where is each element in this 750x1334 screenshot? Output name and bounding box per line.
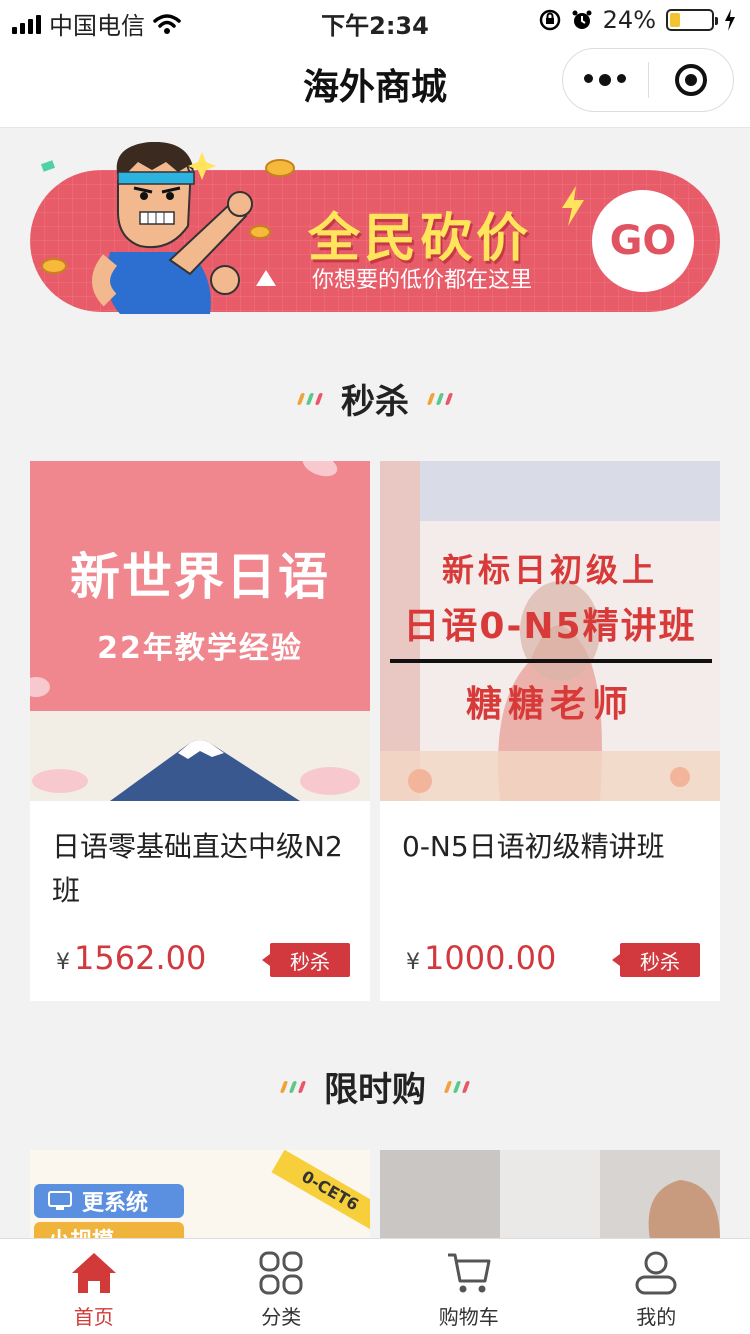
more-menu-icon[interactable] [563, 74, 648, 86]
corner-ribbon: 0-CET6 [271, 1150, 370, 1233]
lightning-decoration-icon [562, 186, 584, 226]
seckill-tag: 秒杀 [262, 943, 350, 977]
tab-label: 购物车 [438, 1305, 499, 1329]
section-decoration-icon [279, 1080, 307, 1093]
tab-label: 分类 [261, 1305, 302, 1329]
tab-mine[interactable]: 我的 [563, 1239, 750, 1334]
go-button[interactable]: GO [592, 190, 694, 292]
home-icon [71, 1253, 116, 1293]
product-image-divider [390, 659, 712, 663]
status-bar: 中国电信 下午2:34 24% [0, 0, 750, 40]
cartoon-man-illustration [40, 142, 295, 314]
product-image-title: 新世界日语 [70, 548, 330, 606]
user-icon [635, 1251, 677, 1295]
product-price: ¥1562.00 [56, 939, 206, 977]
tab-home[interactable]: 首页 [0, 1239, 188, 1334]
close-mini-program-button[interactable] [649, 64, 734, 96]
category-icon [259, 1251, 303, 1295]
triangle-decoration-icon [256, 270, 276, 286]
bargain-banner[interactable]: 全民砍价 你想要的低价都在这里 GO [30, 142, 720, 314]
cart-icon [447, 1253, 491, 1293]
monitor-icon [48, 1191, 72, 1210]
section-decoration-icon [443, 1080, 471, 1093]
tab-bar: 首页 分类 购物车 我的 [0, 1238, 750, 1334]
section-decoration-icon [296, 392, 324, 405]
limited-product-card[interactable] [380, 1150, 720, 1240]
battery-percent: 24% [602, 6, 656, 34]
currency-symbol: ¥ [406, 950, 420, 975]
price-value: 1000.00 [424, 939, 557, 977]
product-name[interactable]: 日语零基础直达中级N2班 [52, 825, 352, 913]
banner-title: 全民砍价 [308, 209, 533, 269]
section-title: 限时购 [324, 1070, 426, 1110]
product-image-line2: 日语0-N5精讲班 [403, 606, 697, 647]
seckill-section-header: 秒杀 [0, 374, 750, 423]
banner-subtitle: 你想要的低价都在这里 [312, 268, 533, 293]
product-name[interactable]: 0-N5日语初级精讲班 [402, 825, 702, 869]
tab-label: 首页 [73, 1305, 114, 1329]
tab-label: 我的 [636, 1305, 677, 1329]
feature-pill-label: 更系统 [82, 1191, 149, 1216]
tab-category[interactable]: 分类 [188, 1239, 376, 1334]
rotation-lock-icon [539, 9, 560, 31]
limited-section-header: 限时购 [0, 1062, 750, 1111]
currency-symbol: ¥ [56, 950, 70, 975]
charging-icon [725, 9, 735, 31]
section-decoration-icon [426, 392, 454, 405]
battery-fill [670, 13, 680, 27]
product-card[interactable]: 新标日初级上 日语0-N5精讲班 糖糖老师 0-N5日语初级精讲班 ¥1000.… [380, 461, 720, 1001]
tab-cart[interactable]: 购物车 [375, 1239, 563, 1334]
product-card[interactable]: 新世界日语 22年教学经验 日语零基础直达中级N2班 ¥1562.00 秒杀 [30, 461, 370, 1001]
price-value: 1562.00 [74, 939, 207, 977]
limited-product-card[interactable]: 更系统 小规模 0-CET6 [30, 1150, 370, 1240]
product-image-line1: 新标日初级上 [441, 551, 658, 589]
product-image[interactable]: 新世界日语 22年教学经验 [30, 461, 370, 801]
alarm-icon [572, 10, 592, 29]
battery-icon [666, 9, 718, 31]
product-image-line3: 糖糖老师 [465, 684, 634, 725]
mini-program-capsule [562, 48, 734, 112]
product-price: ¥1000.00 [406, 939, 556, 977]
section-title: 秒杀 [341, 382, 409, 422]
status-right: 24% [539, 6, 736, 34]
target-icon [674, 64, 707, 96]
product-image-subtitle: 22年教学经验 [97, 631, 303, 666]
nav-bar: 海外商城 [0, 40, 750, 128]
person-photo [380, 1150, 720, 1240]
seckill-tag: 秒杀 [612, 943, 700, 977]
product-image[interactable]: 新标日初级上 日语0-N5精讲班 糖糖老师 [380, 461, 720, 801]
feature-pill: 更系统 [34, 1184, 184, 1218]
